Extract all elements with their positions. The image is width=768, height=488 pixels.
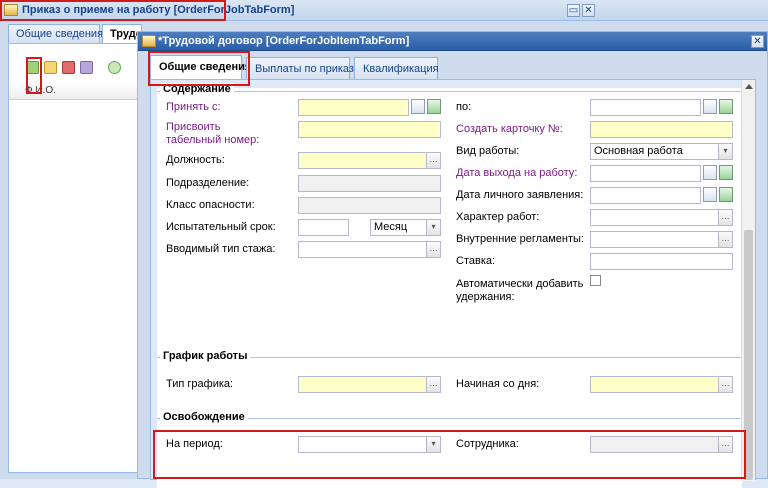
close-icon[interactable]: ✕	[582, 4, 595, 17]
position-field[interactable]: …	[298, 152, 441, 169]
tab-general[interactable]: Общие сведения	[150, 55, 251, 79]
chevron-down-icon[interactable]: ▾	[426, 436, 441, 453]
inner-titlebar: *Трудовой договор [OrderForJobItemTabFor…	[138, 32, 767, 51]
create-card-field[interactable]	[590, 121, 733, 138]
rate-label: Ставка:	[456, 255, 496, 267]
tab-payments[interactable]: Выплаты по приказу	[246, 57, 359, 79]
lookup-dots-icon[interactable]: …	[426, 152, 441, 169]
settings-icon[interactable]	[80, 61, 93, 74]
section-border	[157, 91, 742, 92]
internal-rules-field[interactable]: …	[590, 231, 733, 248]
calendar-add-icon[interactable]	[719, 99, 733, 114]
outer-tab-general[interactable]: Общие сведения	[8, 24, 103, 43]
hire-from-label: Принять с:	[166, 101, 221, 113]
hazard-class-field	[298, 197, 441, 214]
lookup-dots-icon[interactable]: …	[718, 209, 733, 226]
inner-window-title: *Трудовой договор [OrderForJobItemTabFor…	[158, 35, 410, 47]
edit-icon[interactable]	[44, 61, 57, 74]
seniority-type-field[interactable]: …	[298, 241, 441, 258]
probation-label: Испытательный срок:	[166, 221, 276, 233]
delete-icon[interactable]	[62, 61, 75, 74]
rate-field[interactable]	[590, 253, 733, 270]
period-label: На период:	[166, 438, 223, 450]
work-type-value: Основная работа	[594, 145, 683, 157]
inner-window: *Трудовой договор [OrderForJobItemTabFor…	[137, 31, 768, 488]
application-date-field[interactable]	[590, 187, 701, 204]
work-type-label: Вид работы:	[456, 145, 520, 157]
start-day-label: Начиная со дня:	[456, 378, 540, 390]
chevron-down-icon[interactable]: ▾	[718, 143, 733, 160]
lookup-dots-icon[interactable]: …	[718, 376, 733, 393]
lookup-dots-icon[interactable]: …	[426, 241, 441, 258]
to-label: по:	[456, 101, 472, 113]
calendar-icon[interactable]	[703, 187, 717, 202]
outer-window-title: Приказ о приеме на работу [OrderForJobTa…	[22, 4, 295, 16]
internal-rules-label: Внутренние регламенты:	[456, 233, 584, 245]
fio-column-header[interactable]: Ф.И.О.	[9, 82, 139, 100]
start-date-field[interactable]	[590, 165, 701, 182]
calendar-add-icon[interactable]	[719, 165, 733, 180]
probation-field[interactable]	[298, 219, 349, 236]
close-icon[interactable]: ✕	[751, 35, 764, 48]
tab-qualification[interactable]: Квалификация	[354, 57, 439, 79]
lookup-dots-icon[interactable]: …	[718, 436, 733, 453]
general-tab-panel: Содержание Принять с: Присвоить табельны…	[150, 79, 756, 488]
release-section-title: Освобождение	[160, 411, 248, 423]
create-card-label: Создать карточку №:	[456, 123, 563, 135]
work-character-label: Характер работ:	[456, 211, 540, 223]
calendar-add-icon[interactable]	[719, 187, 733, 202]
window-icon	[142, 35, 156, 47]
calendar-add-icon[interactable]	[427, 99, 441, 114]
probation-unit-select[interactable]: Месяц ▾	[370, 219, 441, 236]
employee-label: Сотрудника:	[456, 438, 519, 450]
scroll-up-icon[interactable]	[745, 84, 753, 89]
employee-field[interactable]: …	[590, 436, 733, 453]
period-select[interactable]: ▾	[298, 436, 441, 453]
calendar-icon[interactable]	[411, 99, 425, 114]
assign-tab-no-field[interactable]	[298, 121, 441, 138]
department-label: Подразделение:	[166, 177, 250, 189]
chevron-down-icon[interactable]: ▾	[426, 219, 441, 236]
calendar-icon[interactable]	[703, 99, 717, 114]
to-field[interactable]	[590, 99, 701, 116]
scrollbar-thumb[interactable]	[744, 230, 753, 480]
assign-tab-no-label: Присвоить табельный номер:	[166, 121, 260, 146]
department-field	[298, 175, 441, 192]
work-type-select[interactable]: Основная работа ▾	[590, 143, 733, 160]
schedule-type-label: Тип графика:	[166, 378, 234, 390]
auto-deductions-checkbox[interactable]	[590, 275, 601, 286]
probation-unit-value: Месяц	[374, 221, 408, 233]
window-icon	[4, 4, 18, 16]
lookup-dots-icon[interactable]: …	[426, 376, 441, 393]
refresh-icon[interactable]	[108, 61, 121, 74]
application-date-label: Дата личного заявления:	[456, 189, 584, 201]
hazard-class-label: Класс опасности:	[166, 199, 255, 211]
start-date-label: Дата выхода на работу:	[456, 167, 578, 179]
content-section-title: Содержание	[160, 83, 234, 95]
start-day-field[interactable]: …	[590, 376, 733, 393]
vertical-scrollbar[interactable]	[741, 80, 755, 481]
calendar-icon[interactable]	[703, 165, 717, 180]
auto-deductions-label: Автоматически добавить удержания:	[456, 278, 584, 303]
hire-from-field[interactable]	[298, 99, 409, 116]
schedule-section-title: График работы	[160, 350, 251, 362]
outer-titlebar: Приказ о приеме на работу [OrderForJobTa…	[0, 0, 768, 21]
work-character-field[interactable]: …	[590, 209, 733, 226]
minimize-icon[interactable]: ▭	[567, 4, 580, 17]
position-label: Должность:	[166, 154, 225, 166]
outer-tab-labor[interactable]: Трудо	[102, 24, 142, 43]
add-icon[interactable]	[26, 61, 39, 74]
schedule-type-field[interactable]: …	[298, 376, 441, 393]
lookup-dots-icon[interactable]: …	[718, 231, 733, 248]
general-form: Содержание Принять с: Присвоить табельны…	[157, 83, 742, 488]
employees-grid-panel: Ф.И.О.	[8, 43, 140, 473]
seniority-type-label: Вводимый тип стажа:	[166, 243, 276, 255]
